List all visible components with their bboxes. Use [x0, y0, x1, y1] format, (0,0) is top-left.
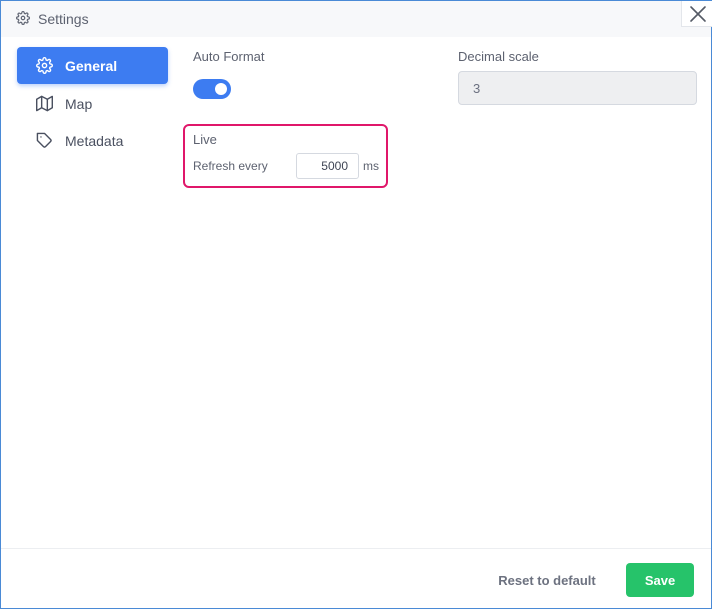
- auto-format-label: Auto Format: [193, 49, 265, 64]
- refresh-every-label: Refresh every: [193, 159, 268, 173]
- refresh-unit-label: ms: [363, 159, 379, 173]
- footer-divider: [1, 548, 711, 549]
- reset-to-default-button[interactable]: Reset to default: [491, 566, 603, 594]
- gear-icon: [16, 11, 30, 25]
- sidebar-item-label: Metadata: [65, 133, 124, 149]
- auto-format-toggle[interactable]: [193, 79, 231, 99]
- refresh-interval-input[interactable]: [296, 153, 359, 179]
- sidebar-item-general[interactable]: General: [17, 47, 168, 84]
- gear-icon: [36, 57, 53, 74]
- close-button[interactable]: [681, 1, 712, 27]
- live-label: Live: [193, 132, 217, 147]
- titlebar: Settings: [1, 1, 712, 37]
- close-icon: [689, 5, 706, 22]
- decimal-scale-input[interactable]: [458, 71, 697, 105]
- sidebar-item-metadata[interactable]: Metadata: [17, 122, 168, 159]
- decimal-scale-label: Decimal scale: [458, 49, 539, 64]
- sidebar-item-label: Map: [65, 96, 93, 112]
- dialog-title: Settings: [38, 11, 89, 27]
- sidebar-item-map[interactable]: Map: [17, 85, 168, 122]
- settings-dialog: Settings General Map Metadata Auto Forma…: [0, 0, 712, 609]
- sidebar-item-label: General: [65, 58, 118, 74]
- save-button[interactable]: Save: [626, 563, 694, 597]
- map-icon: [36, 95, 53, 112]
- toggle-knob: [215, 83, 227, 95]
- tag-icon: [36, 132, 52, 148]
